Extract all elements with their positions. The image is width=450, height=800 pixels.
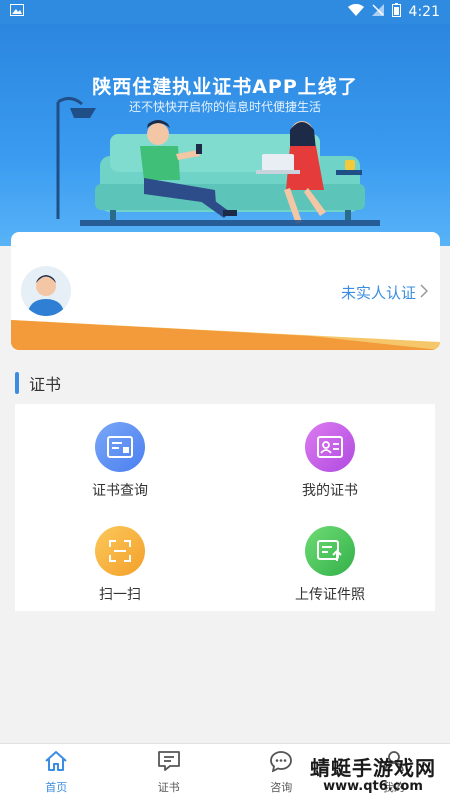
battery-icon	[391, 3, 401, 21]
status-bar: 4:21	[0, 0, 450, 24]
grid-label: 我的证书	[302, 483, 358, 499]
avatar[interactable]	[21, 266, 71, 316]
my-certificate-button[interactable]: 我的证书	[225, 404, 435, 508]
clock: 4:21	[408, 4, 440, 20]
grid-label: 证书查询	[92, 483, 148, 499]
tab-certificate[interactable]: 证书	[113, 744, 226, 800]
user-card: 未实人认证	[11, 232, 440, 350]
section-header: 证书	[15, 370, 61, 396]
section-accent-bar	[15, 372, 19, 394]
certificate-icon	[157, 750, 181, 776]
image-notification-icon	[10, 4, 24, 20]
real-name-verify-link[interactable]: 未实人认证	[340, 282, 429, 303]
certificate-search-icon	[95, 422, 145, 472]
watermark-url: www.qt6.com	[323, 779, 423, 794]
tab-label: 咨询	[270, 780, 293, 794]
home-icon	[44, 750, 68, 776]
certificate-search-button[interactable]: 证书查询	[15, 404, 225, 508]
tab-label: 首页	[45, 780, 68, 794]
wifi-icon	[347, 3, 364, 20]
upload-photo-button[interactable]: 上传证件照	[225, 508, 435, 612]
certificate-function-grid: 证书查询 我的证书 扫一扫 上传证件照	[15, 404, 435, 611]
watermark-main: 蜻蜓手游戏网	[310, 756, 436, 780]
grid-label: 扫一扫	[99, 586, 141, 603]
tab-label: 证书	[157, 780, 180, 794]
scan-icon	[95, 525, 145, 576]
grid-label: 上传证件照	[295, 586, 365, 603]
watermark: 蜻蜓手游戏网 www.qt6.com	[310, 752, 436, 794]
banner-illustration	[56, 97, 380, 226]
chat-icon	[269, 750, 293, 776]
verify-label: 未实人认证	[340, 284, 416, 302]
upload-photo-icon	[305, 525, 355, 576]
section-title: 证书	[29, 375, 62, 394]
chevron-right-icon	[420, 283, 429, 302]
signal-icon	[371, 4, 384, 20]
tab-home[interactable]: 首页	[0, 744, 113, 800]
scan-button[interactable]: 扫一扫	[15, 508, 225, 612]
banner: 陕西住建执业证书APP上线了 还不快快开启你的信息时代便捷生活	[0, 24, 450, 246]
card-wave-decoration	[11, 320, 440, 350]
id-card-icon	[305, 422, 355, 472]
